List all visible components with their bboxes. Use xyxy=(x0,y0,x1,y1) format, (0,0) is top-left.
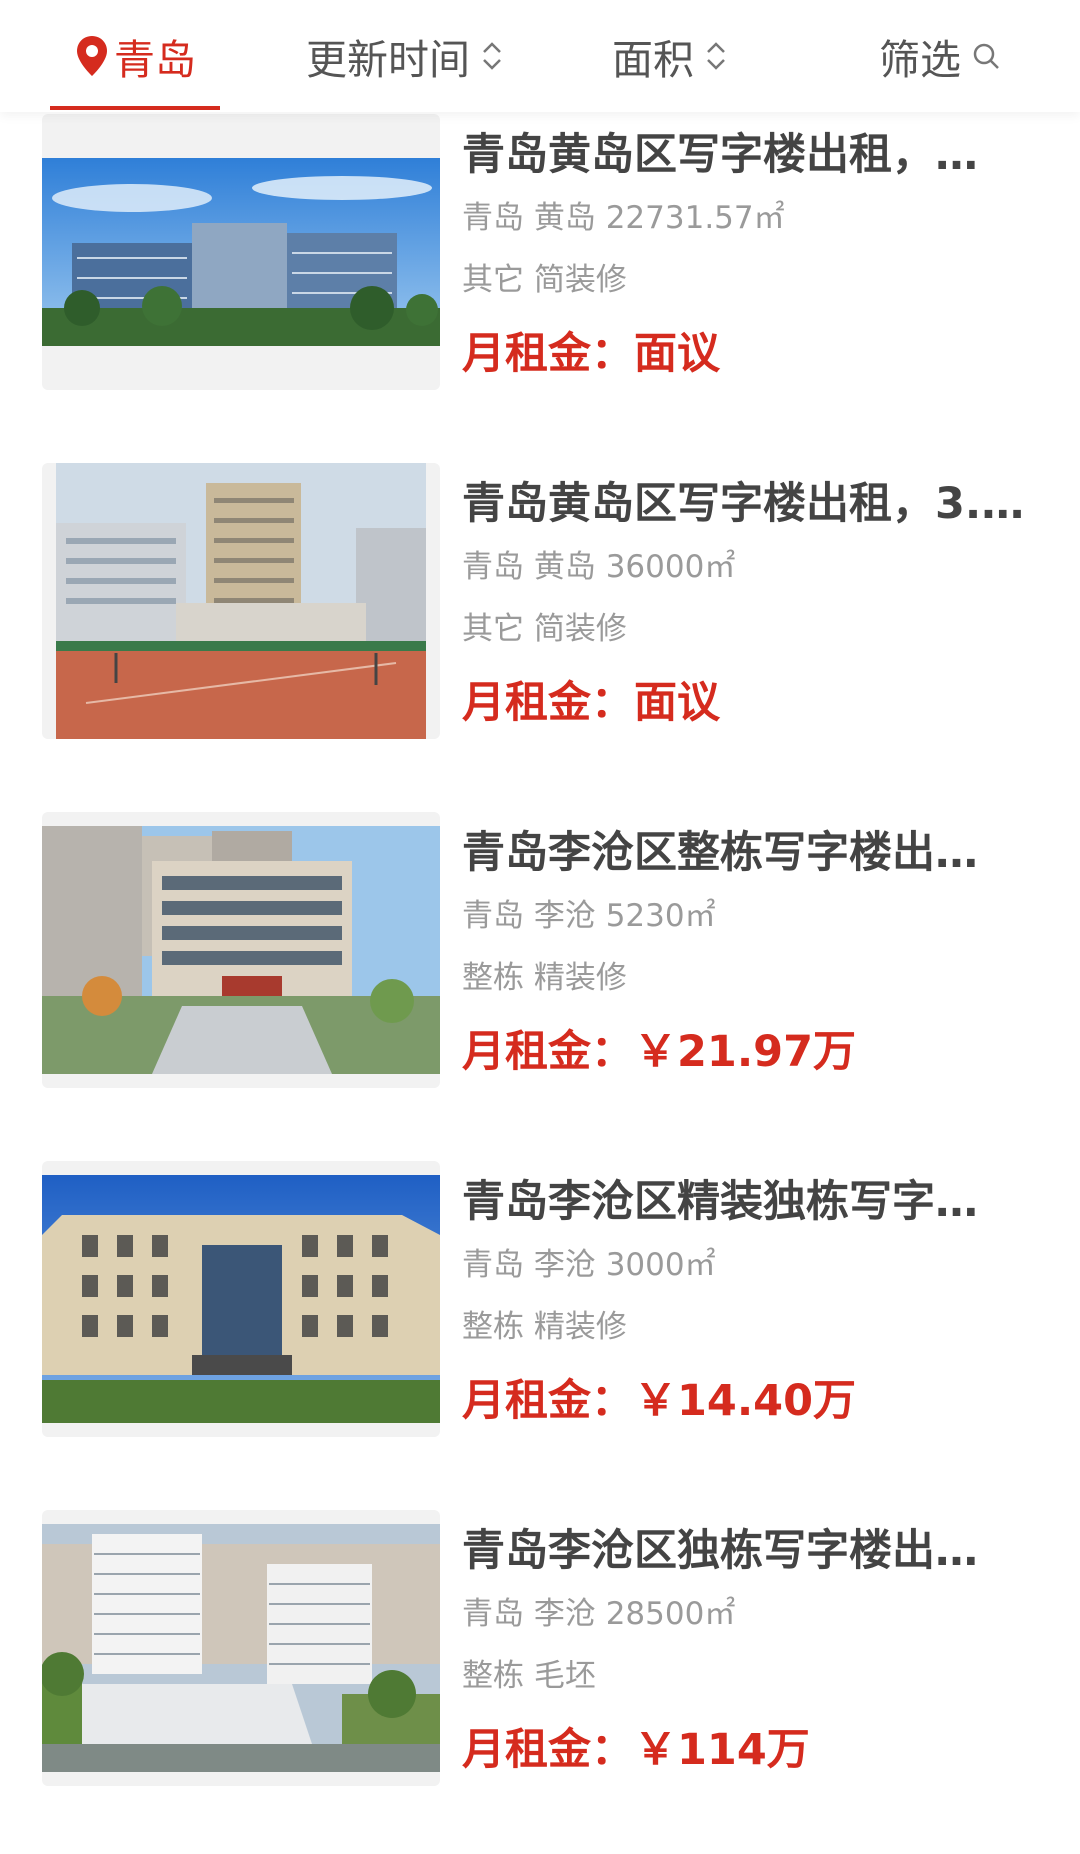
listing-tags: 整栋 精装修 xyxy=(462,960,627,996)
listing-photo[interactable] xyxy=(42,1161,440,1437)
listing-title[interactable]: 青岛李沧区独栋写字楼出… xyxy=(462,1522,1042,1580)
filter-label: 筛选 xyxy=(879,36,961,84)
search-icon xyxy=(973,43,999,69)
rent-value: ￥114万 xyxy=(634,1725,810,1775)
listing-info: 青岛黄岛区写字楼出租，… 青岛 黄岛 22731.57㎡ 其它 简装修 月租金：… xyxy=(462,114,1052,382)
sort-arrows-icon xyxy=(483,42,501,70)
listing-info: 青岛李沧区整栋写字楼出… 青岛 李沧 5230㎡ 整栋 精装修 月租金：￥21.… xyxy=(462,812,1052,1080)
listing-location-area: 青岛 黄岛 22731.57㎡ xyxy=(462,200,785,236)
listing-card[interactable]: 青岛黄岛区写字楼出租，… 青岛 黄岛 22731.57㎡ 其它 简装修 月租金：… xyxy=(0,114,1080,404)
sort-update-label: 更新时间 xyxy=(306,36,470,84)
city-label: 青岛 xyxy=(114,36,196,84)
tab-sort-area[interactable]: 面积 xyxy=(590,0,750,112)
rent-value: 面议 xyxy=(634,678,720,728)
listing-rent: 月租金：面议 xyxy=(462,675,1052,731)
listing-rent: 月租金：￥14.40万 xyxy=(462,1373,1052,1429)
listing-location-area: 青岛 李沧 28500㎡ xyxy=(462,1596,736,1632)
listing-card[interactable]: 青岛李沧区独栋写字楼出… 青岛 李沧 28500㎡ 整栋 毛坯 月租金：￥114… xyxy=(0,1510,1080,1800)
listing-tags: 其它 简装修 xyxy=(462,262,627,298)
listing-title[interactable]: 青岛黄岛区写字楼出租，… xyxy=(462,126,1042,184)
rent-value: ￥14.40万 xyxy=(634,1376,857,1426)
rent-label: 月租金： xyxy=(462,329,634,379)
rent-value: ￥21.97万 xyxy=(634,1027,857,1077)
listing-title[interactable]: 青岛李沧区精装独栋写字… xyxy=(462,1173,1042,1231)
rent-label: 月租金： xyxy=(462,678,634,728)
listing-info: 青岛李沧区精装独栋写字… 青岛 李沧 3000㎡ 整栋 精装修 月租金：￥14.… xyxy=(462,1161,1052,1429)
listing-title[interactable]: 青岛黄岛区写字楼出租，3.… xyxy=(462,475,1042,533)
listing-tags: 整栋 精装修 xyxy=(462,1309,627,1345)
listing-photo[interactable] xyxy=(42,812,440,1088)
listing-card[interactable]: 青岛李沧区整栋写字楼出… 青岛 李沧 5230㎡ 整栋 精装修 月租金：￥21.… xyxy=(0,812,1080,1102)
rent-value: 面议 xyxy=(634,329,720,379)
rent-label: 月租金： xyxy=(462,1027,634,1077)
listing-rent: 月租金：面议 xyxy=(462,326,1052,382)
listing-card[interactable]: 青岛黄岛区写字楼出租，3.… 青岛 黄岛 36000㎡ 其它 简装修 月租金：面… xyxy=(0,463,1080,753)
rent-label: 月租金： xyxy=(462,1725,634,1775)
listing-location-area: 青岛 李沧 3000㎡ xyxy=(462,1247,716,1283)
sort-area-label: 面积 xyxy=(612,36,694,84)
tab-sort-update-time[interactable]: 更新时间 xyxy=(280,0,530,112)
listing-rent: 月租金：￥21.97万 xyxy=(462,1024,1052,1080)
location-pin-icon xyxy=(77,36,107,76)
listing-location-area: 青岛 黄岛 36000㎡ xyxy=(462,549,736,585)
tab-filter[interactable]: 筛选 xyxy=(860,0,1020,112)
listing-info: 青岛黄岛区写字楼出租，3.… 青岛 黄岛 36000㎡ 其它 简装修 月租金：面… xyxy=(462,463,1052,731)
listing-location-area: 青岛 李沧 5230㎡ xyxy=(462,898,716,934)
active-tab-underline xyxy=(50,106,220,110)
listing-photo[interactable] xyxy=(42,463,440,739)
sort-arrows-icon xyxy=(707,42,725,70)
listing-card[interactable]: 青岛李沧区精装独栋写字… 青岛 李沧 3000㎡ 整栋 精装修 月租金：￥14.… xyxy=(0,1161,1080,1451)
tab-city[interactable]: 青岛 xyxy=(50,0,220,112)
listing-photo[interactable] xyxy=(42,114,440,390)
listing-tags: 整栋 毛坯 xyxy=(462,1658,596,1694)
listing-photo[interactable] xyxy=(42,1510,440,1786)
rent-label: 月租金： xyxy=(462,1376,634,1426)
filter-bar: 青岛 更新时间 面积 筛选 xyxy=(0,0,1080,112)
listing-rent: 月租金：￥114万 xyxy=(462,1722,1052,1778)
listing-info: 青岛李沧区独栋写字楼出… 青岛 李沧 28500㎡ 整栋 毛坯 月租金：￥114… xyxy=(462,1510,1052,1778)
listing-title[interactable]: 青岛李沧区整栋写字楼出… xyxy=(462,824,1042,882)
listing-tags: 其它 简装修 xyxy=(462,611,627,647)
